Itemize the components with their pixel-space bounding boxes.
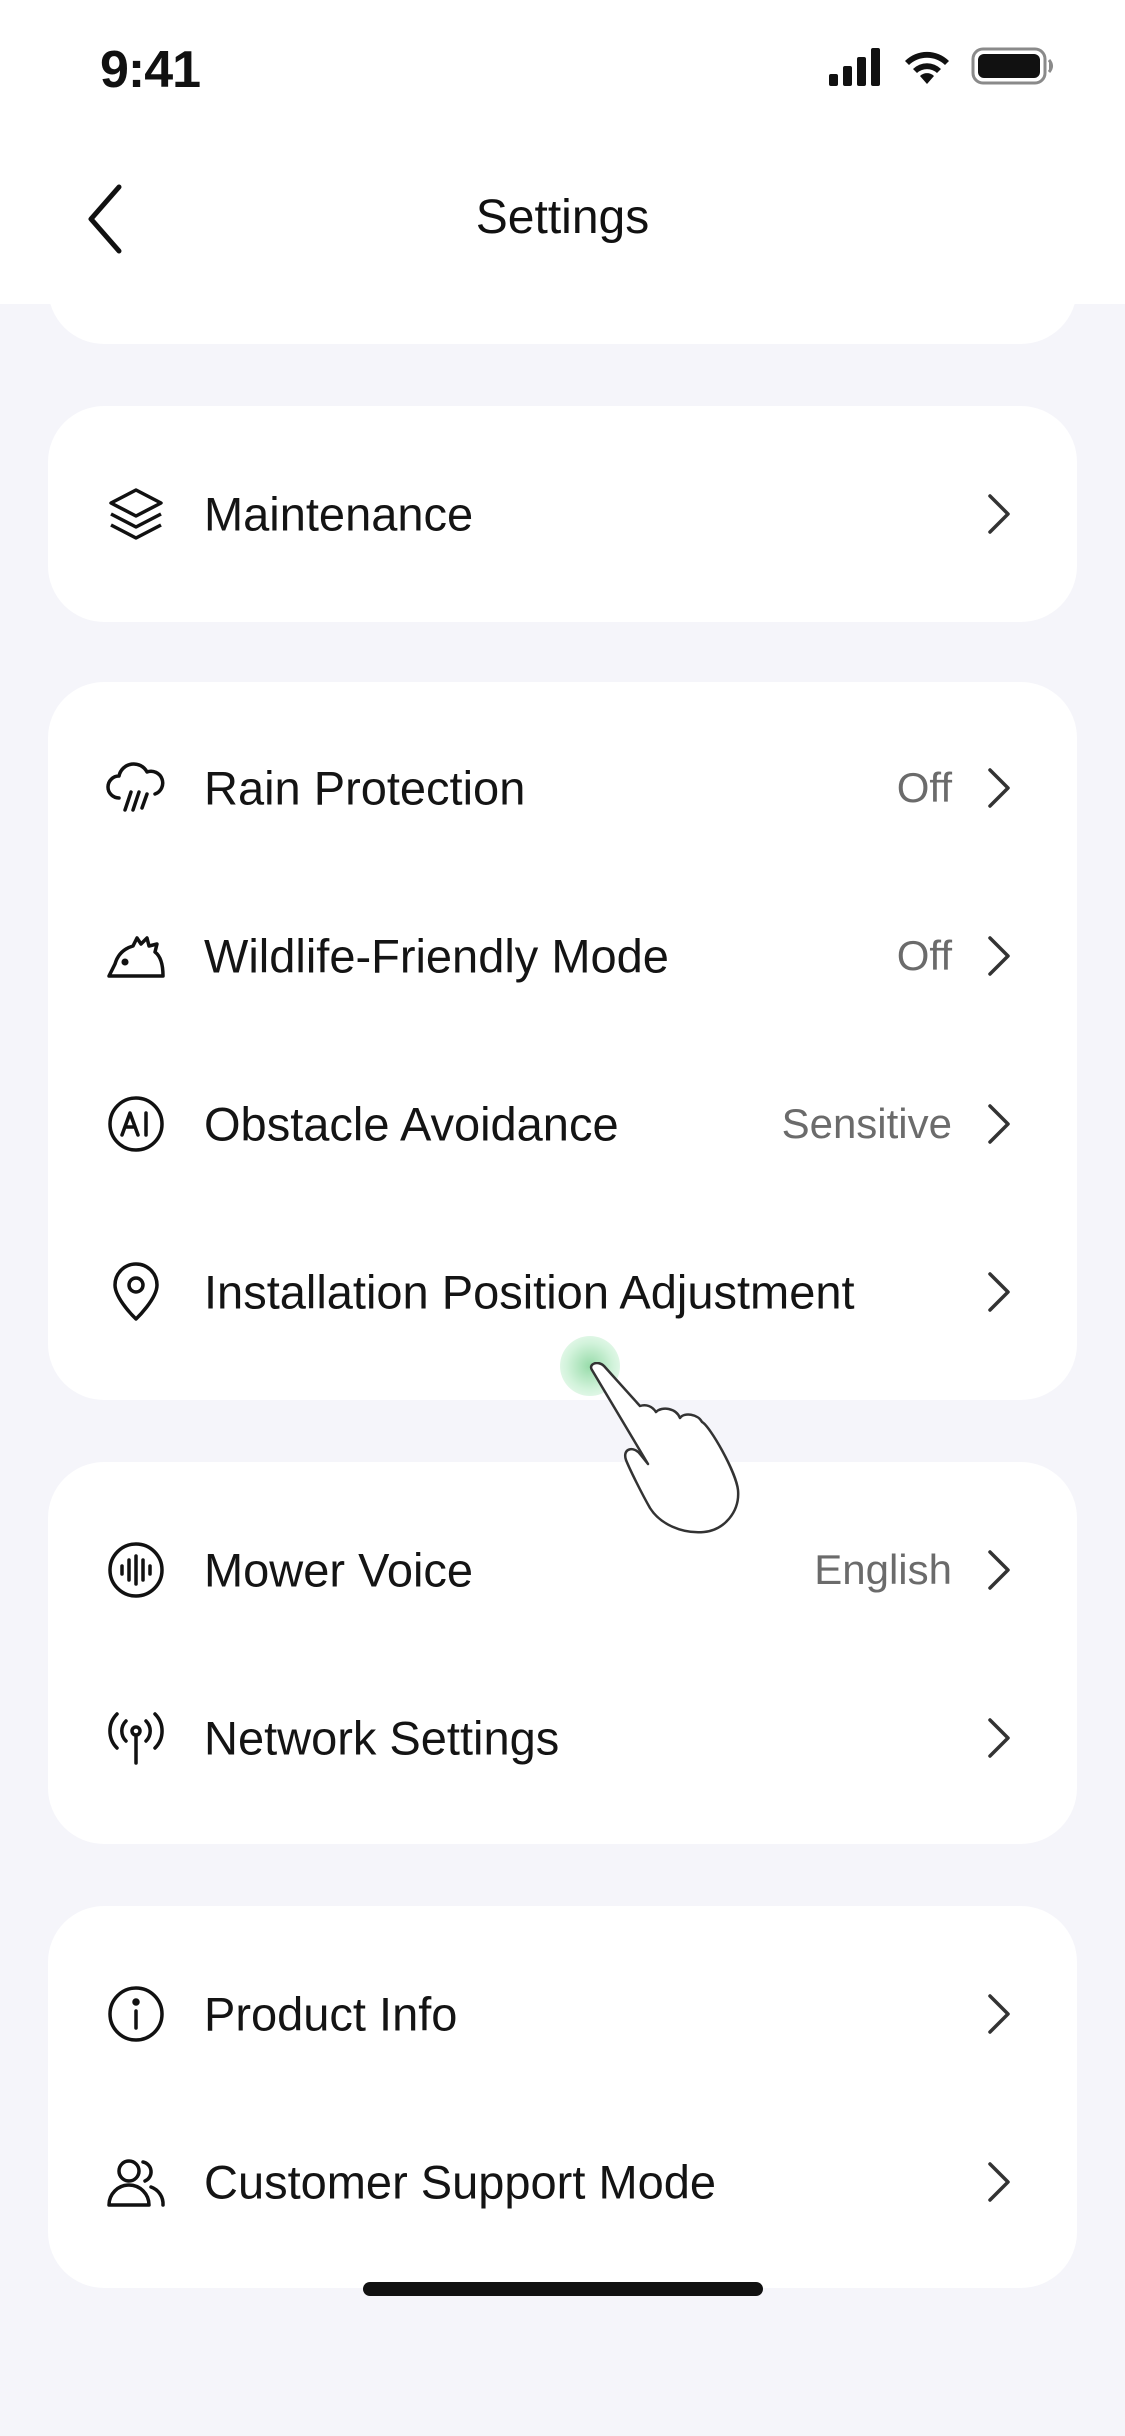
home-indicator[interactable] bbox=[363, 2282, 763, 2296]
users-icon bbox=[104, 2150, 168, 2214]
row-value-rain-protection: Off bbox=[896, 764, 952, 811]
antenna-icon bbox=[104, 1706, 168, 1770]
location-pin-icon bbox=[104, 1260, 168, 1324]
row-label-installation-position-adjustment: Installation Position Adjustment bbox=[204, 1265, 855, 1319]
settings-row-mower-voice[interactable]: Mower Voice English bbox=[48, 1486, 1077, 1654]
row-label-product-info: Product Info bbox=[204, 1987, 458, 2041]
settings-card-maintenance: Maintenance bbox=[48, 406, 1077, 622]
settings-card-connectivity: Mower Voice English Network Settings bbox=[48, 1462, 1077, 1844]
row-label-rain-protection: Rain Protection bbox=[204, 761, 526, 815]
chevron-right-icon bbox=[981, 1268, 1017, 1316]
ai-icon bbox=[104, 1092, 168, 1156]
status-bar: 9:41 bbox=[0, 0, 1125, 140]
voice-wave-icon bbox=[104, 1538, 168, 1602]
row-value-wildlife-friendly-mode: Off bbox=[896, 932, 952, 979]
chevron-right-icon bbox=[981, 1714, 1017, 1762]
chevron-right-icon bbox=[981, 2158, 1017, 2206]
settings-card-support: Product Info Customer Support Mode bbox=[48, 1906, 1077, 2288]
settings-row-installation-position-adjustment[interactable]: Installation Position Adjustment bbox=[48, 1208, 1077, 1376]
row-label-wildlife-friendly-mode: Wildlife-Friendly Mode bbox=[204, 929, 669, 983]
wifi-icon bbox=[901, 46, 953, 91]
page-title: Settings bbox=[475, 191, 650, 244]
chevron-right-icon bbox=[981, 932, 1017, 980]
row-value-mower-voice: English bbox=[814, 1546, 952, 1593]
chevron-right-icon bbox=[981, 490, 1017, 538]
row-label-maintenance: Maintenance bbox=[204, 487, 474, 541]
status-icons bbox=[827, 44, 1055, 92]
cellular-signal-icon bbox=[827, 46, 883, 91]
rain-cloud-icon bbox=[104, 756, 168, 820]
row-label-obstacle-avoidance: Obstacle Avoidance bbox=[204, 1097, 619, 1151]
navigation-bar: Settings bbox=[0, 140, 1125, 304]
settings-row-maintenance[interactable]: Maintenance bbox=[48, 430, 1077, 598]
status-time: 9:41 bbox=[100, 41, 201, 99]
settings-row-customer-support-mode[interactable]: Customer Support Mode bbox=[48, 2098, 1077, 2266]
info-icon bbox=[104, 1982, 168, 2046]
row-label-network-settings: Network Settings bbox=[204, 1711, 560, 1765]
settings-row-network-settings[interactable]: Network Settings bbox=[48, 1654, 1077, 1822]
row-label-customer-support-mode: Customer Support Mode bbox=[204, 2155, 717, 2209]
settings-row-product-info[interactable]: Product Info bbox=[48, 1930, 1077, 2098]
layers-icon bbox=[104, 482, 168, 546]
hedgehog-icon bbox=[104, 924, 168, 988]
settings-card-mowing: Rain Protection Off Wildlife-Friendly Mo… bbox=[48, 682, 1077, 1400]
chevron-right-icon bbox=[981, 1100, 1017, 1148]
chevron-right-icon bbox=[981, 764, 1017, 812]
settings-row-obstacle-avoidance[interactable]: Obstacle Avoidance Sensitive bbox=[48, 1040, 1077, 1208]
row-label-mower-voice: Mower Voice bbox=[204, 1543, 474, 1597]
row-value-obstacle-avoidance: Sensitive bbox=[781, 1100, 952, 1147]
settings-row-rain-protection[interactable]: Rain Protection Off bbox=[48, 704, 1077, 872]
pointing-hand-icon bbox=[586, 1361, 786, 1552]
battery-icon bbox=[971, 46, 1055, 91]
settings-row-wildlife-friendly-mode[interactable]: Wildlife-Friendly Mode Off bbox=[48, 872, 1077, 1040]
chevron-right-icon bbox=[981, 1990, 1017, 2038]
chevron-right-icon bbox=[981, 1546, 1017, 1594]
